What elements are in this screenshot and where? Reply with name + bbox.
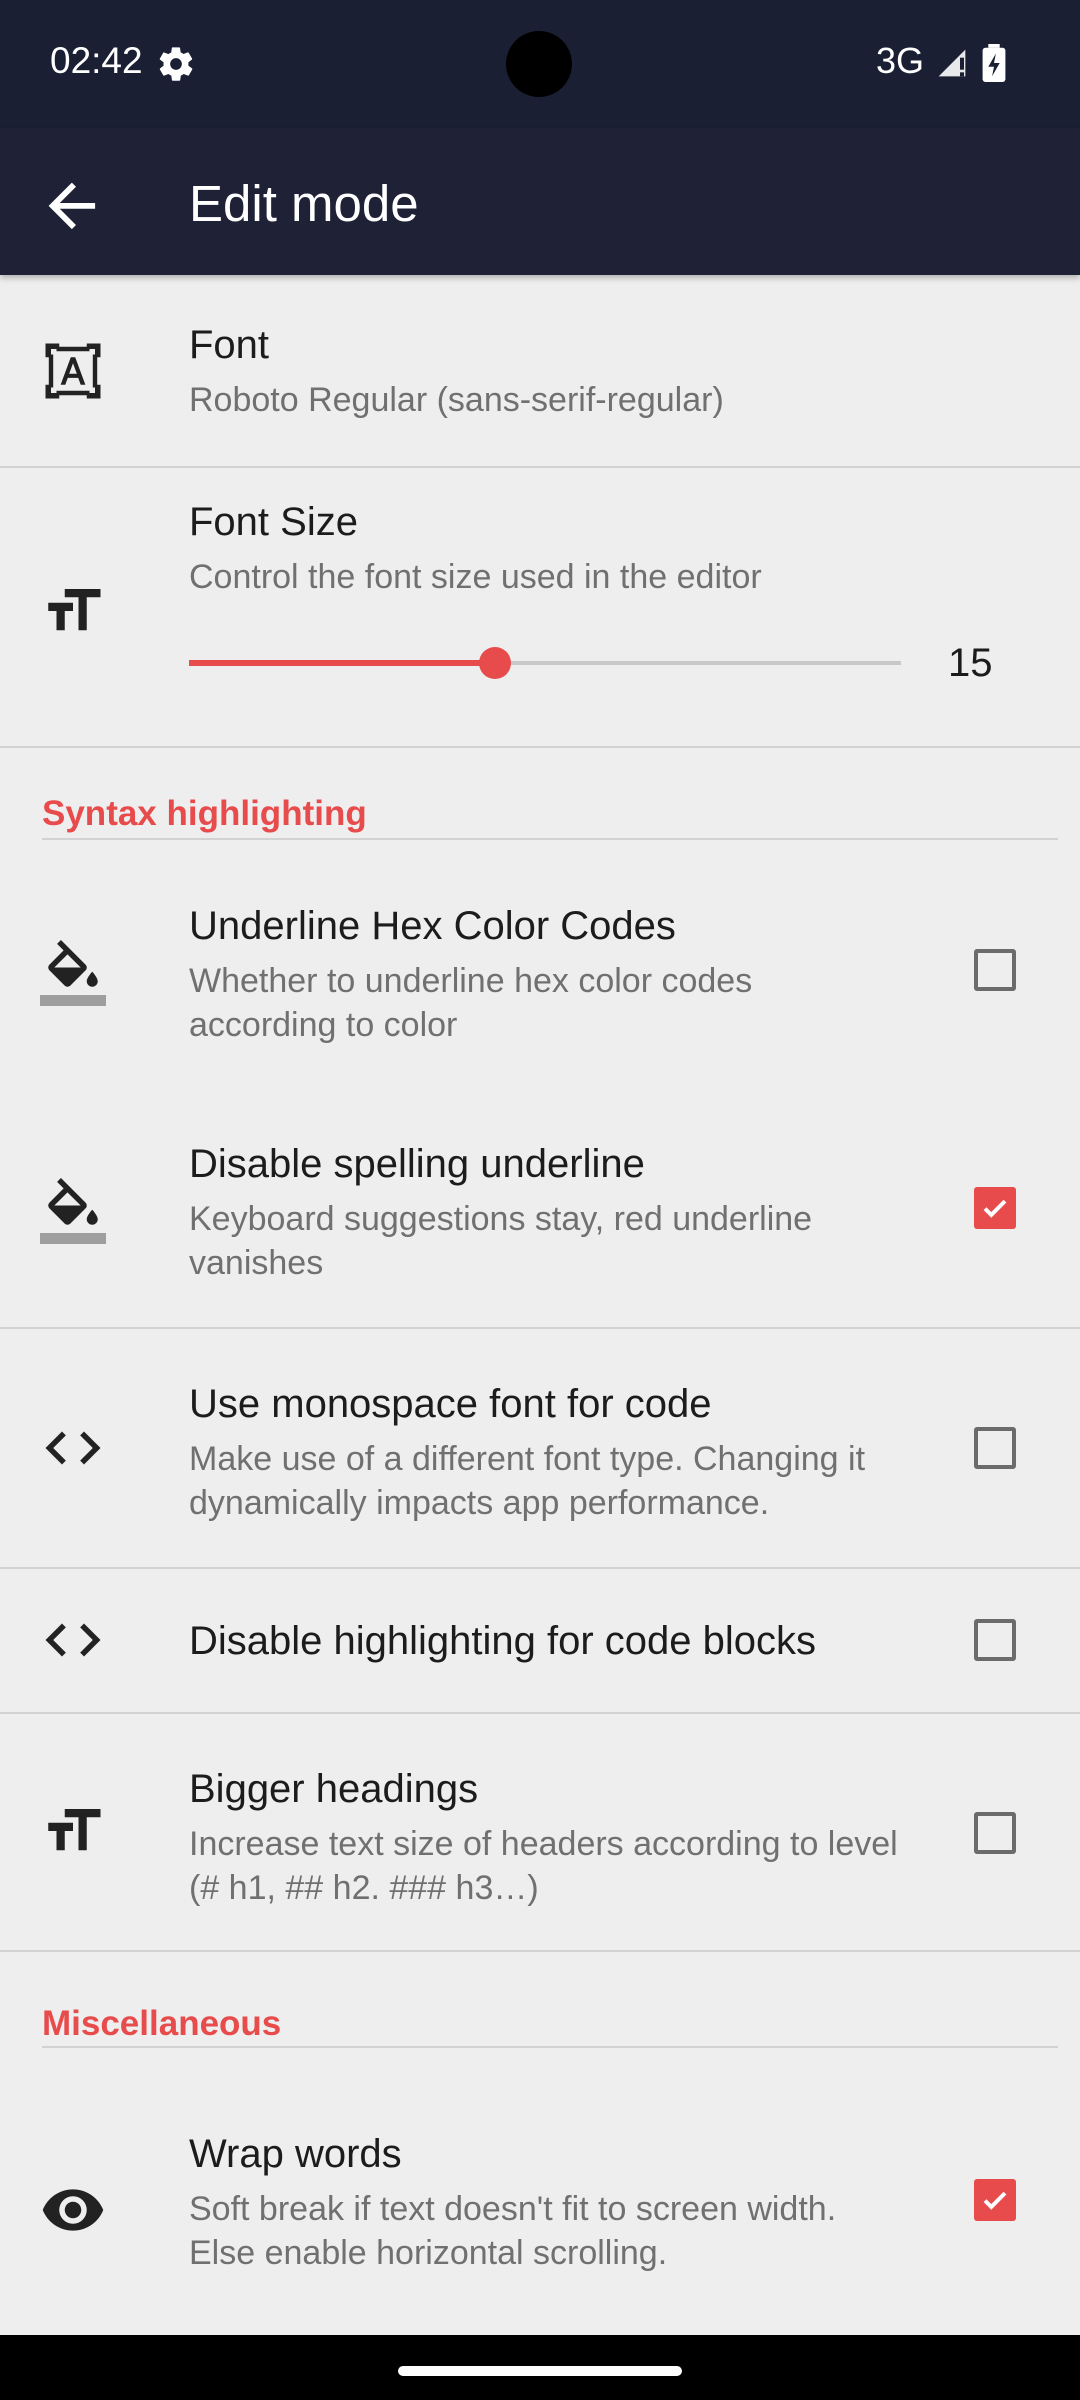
settings-gear-icon <box>159 47 193 81</box>
pref-title: Disable spelling underline <box>189 1142 645 1186</box>
page-title: Edit mode <box>189 175 419 232</box>
pref-summary: Increase text size of headers according … <box>189 1825 898 1907</box>
divider <box>0 1950 1080 1952</box>
pref-underline-hex[interactable]: Underline Hex Color Codes Whether to und… <box>0 880 1080 1080</box>
text-format-icon <box>45 343 101 399</box>
network-type: 3G <box>876 40 925 81</box>
pref-disable-code-highlighting[interactable]: Disable highlighting for code blocks <box>0 1569 1080 1711</box>
pref-summary: Keyboard suggestions stay, red underline… <box>189 1200 813 1282</box>
monospace-font-checkbox[interactable] <box>974 1427 1016 1469</box>
arrow-back-icon[interactable] <box>30 164 114 248</box>
font-size-summary: Control the font size used in the editor <box>189 558 762 596</box>
font-summary: Roboto Regular (sans-serif-regular) <box>189 381 724 419</box>
pref-disable-spelling[interactable]: Disable spelling underline Keyboard sugg… <box>0 1118 1080 1326</box>
font-size-title: Font Size <box>189 500 358 544</box>
pref-wrap-words[interactable]: Wrap words Soft break if text doesn't fi… <box>0 2080 1080 2300</box>
font-size-value: 15 <box>948 641 993 685</box>
eye-icon <box>42 2189 104 2231</box>
font-size-preference: Font Size Control the font size used in … <box>0 468 1080 746</box>
underline-hex-checkbox[interactable] <box>974 949 1016 991</box>
app-bar: Edit mode <box>0 128 1080 275</box>
status-bar: 02:42 3G <box>0 0 1080 128</box>
camera-cutout <box>506 31 572 97</box>
status-time: 02:42 <box>50 40 143 81</box>
font-size-slider-fill <box>189 660 496 666</box>
format-color-fill-icon <box>40 1178 106 1244</box>
disable-spelling-checkbox[interactable] <box>974 1187 1016 1229</box>
battery-charging-icon <box>982 44 1006 82</box>
pref-title: Bigger headings <box>189 1767 479 1811</box>
font-preference[interactable]: Font Roboto Regular (sans-serif-regular) <box>0 278 1080 466</box>
pref-title: Wrap words <box>189 2132 402 2176</box>
divider <box>0 746 1080 748</box>
bigger-headings-checkbox[interactable] <box>974 1812 1016 1854</box>
format-size-icon <box>48 589 101 631</box>
pref-title: Use monospace font for code <box>189 1382 712 1426</box>
section-divider <box>42 838 1058 840</box>
code-icon <box>45 1431 101 1465</box>
pref-title: Underline Hex Color Codes <box>189 904 676 948</box>
section-divider <box>42 2046 1058 2048</box>
format-color-fill-icon <box>40 940 106 1006</box>
code-icon <box>45 1623 101 1657</box>
pref-bigger-headings[interactable]: Bigger headings Increase text size of he… <box>0 1714 1080 1950</box>
pref-title: Disable highlighting for code blocks <box>189 1619 817 1663</box>
font-title: Font <box>189 323 270 367</box>
format-size-icon <box>48 1809 101 1851</box>
wrap-words-checkbox[interactable] <box>974 2179 1016 2221</box>
pref-summary: Soft break if text doesn't fit to screen… <box>189 2190 837 2272</box>
pref-summary: Make use of a different font type. Chang… <box>189 1440 866 1522</box>
pref-monospace-font[interactable]: Use monospace font for code Make use of … <box>0 1329 1080 1566</box>
home-gesture-handle[interactable] <box>398 2366 682 2376</box>
disable-code-highlighting-checkbox[interactable] <box>974 1619 1016 1661</box>
section-header-syntax: Syntax highlighting <box>42 794 367 833</box>
signal-icon <box>938 49 966 77</box>
font-size-slider-thumb[interactable] <box>479 647 512 679</box>
pref-summary: Whether to underline hex color codes acc… <box>189 962 753 1044</box>
section-header-misc: Miscellaneous <box>42 2004 282 2043</box>
